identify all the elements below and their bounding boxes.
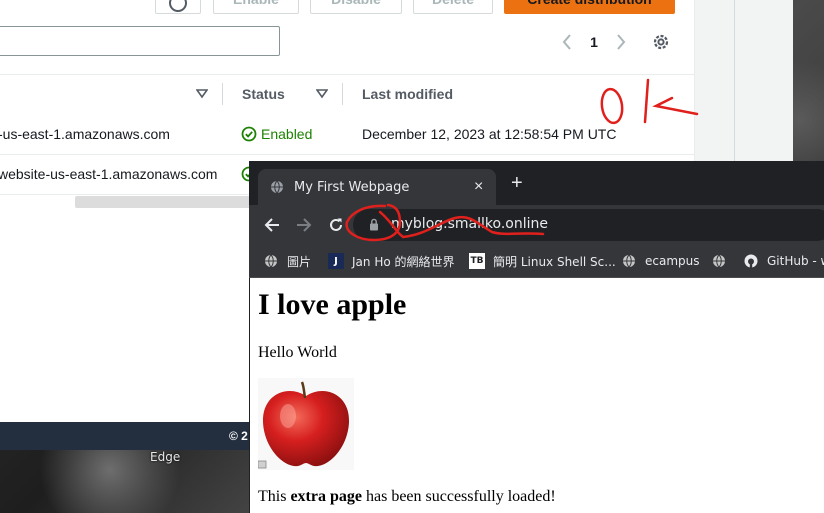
forward-arrow-icon[interactable] xyxy=(293,214,315,236)
bookmark-label: ecampus xyxy=(645,254,700,268)
bookmark-label: 簡明 Linux Shell Sc... xyxy=(493,254,616,269)
sort-icon[interactable] xyxy=(196,89,208,99)
column-divider xyxy=(222,83,223,105)
disable-button[interactable]: Disable xyxy=(310,0,402,14)
bookmark-item[interactable]: GitHub - w xyxy=(743,251,824,271)
browser-tab[interactable]: My First Webpage × xyxy=(258,169,496,205)
url-text[interactable]: myblog.smallko.online xyxy=(391,216,548,232)
footer-text-bold: extra page xyxy=(290,488,362,505)
next-page-icon[interactable] xyxy=(610,31,632,53)
bookmark-item[interactable] xyxy=(711,251,727,271)
table-row[interactable]: -us-east-1.amazonaws.com Enabled Decembe… xyxy=(0,115,694,155)
globe-icon xyxy=(263,253,279,269)
bookmark-label: Jan Ho 的網絡世界 xyxy=(352,254,455,269)
page-heading: I love apple xyxy=(258,288,407,321)
apple-image xyxy=(257,378,354,470)
bookmarks-bar: 圖片 J Jan Ho 的網絡世界 TB 簡明 Linux Shell Sc..… xyxy=(249,245,824,278)
gear-icon[interactable] xyxy=(651,32,671,52)
bookmark-item[interactable]: J Jan Ho 的網絡世界 xyxy=(328,251,455,271)
back-arrow-icon[interactable] xyxy=(261,214,283,236)
bookmark-label: GitHub - w xyxy=(767,254,824,268)
globe-icon xyxy=(711,253,727,269)
sort-icon[interactable] xyxy=(316,89,328,99)
status-label: Enabled xyxy=(261,126,313,142)
column-header-last-modified[interactable]: Last modified xyxy=(362,86,453,102)
new-tab-button[interactable]: + xyxy=(511,173,523,193)
refresh-icon xyxy=(169,0,187,12)
webpage-content: I love apple Hello World This extra page… xyxy=(250,278,824,513)
copyright-text: © 2 xyxy=(229,429,248,443)
check-circle-icon xyxy=(241,126,257,142)
chrome-window: My First Webpage × + myblog.smallko.onli… xyxy=(249,161,824,513)
create-distribution-button[interactable]: Create distribution xyxy=(504,0,675,14)
domain-cell: -us-east-1.amazonaws.com xyxy=(0,126,170,142)
footer-text-start: This xyxy=(258,488,291,505)
tab-title: My First Webpage xyxy=(294,180,410,195)
github-icon xyxy=(743,253,759,269)
column-header-status[interactable]: Status xyxy=(242,86,285,102)
bookmark-label: 圖片 xyxy=(287,254,312,269)
previous-page-icon[interactable] xyxy=(556,31,578,53)
globe-icon xyxy=(271,180,283,194)
search-input[interactable] xyxy=(0,26,280,56)
bookmark-item[interactable]: ecampus xyxy=(621,251,700,271)
table-header: Status Last modified xyxy=(0,74,694,116)
bookmark-item[interactable]: TB 簡明 Linux Shell Sc... xyxy=(469,251,616,271)
address-bar[interactable]: myblog.smallko.online xyxy=(353,209,824,241)
current-page-number[interactable]: 1 xyxy=(578,34,610,50)
enable-button[interactable]: Enable xyxy=(213,0,299,14)
column-divider xyxy=(342,83,343,105)
status-cell: Enabled xyxy=(241,126,312,142)
page-footer-text: This extra page has been successfully lo… xyxy=(258,488,556,506)
pagination: 1 xyxy=(556,30,632,54)
domain-cell: website-us-east-1.amazonaws.com xyxy=(0,166,218,182)
tb-favicon-icon: TB xyxy=(469,253,485,269)
lock-icon[interactable] xyxy=(369,218,379,231)
refresh-button[interactable] xyxy=(155,0,201,14)
delete-button[interactable]: Delete xyxy=(413,0,493,14)
browser-toolbar: myblog.smallko.online xyxy=(249,205,824,245)
reload-icon[interactable] xyxy=(325,214,347,236)
bookmark-item[interactable]: 圖片 xyxy=(263,251,311,271)
j-favicon-icon: J xyxy=(328,253,344,269)
close-tab-icon[interactable]: × xyxy=(474,178,483,196)
last-modified-cell: December 12, 2023 at 12:58:54 PM UTC xyxy=(362,126,617,142)
page-paragraph: Hello World xyxy=(258,344,337,361)
edge-desktop-label[interactable]: Edge xyxy=(150,450,180,464)
globe-icon xyxy=(621,253,637,269)
footer-text-end: has been successfully loaded! xyxy=(361,488,556,505)
